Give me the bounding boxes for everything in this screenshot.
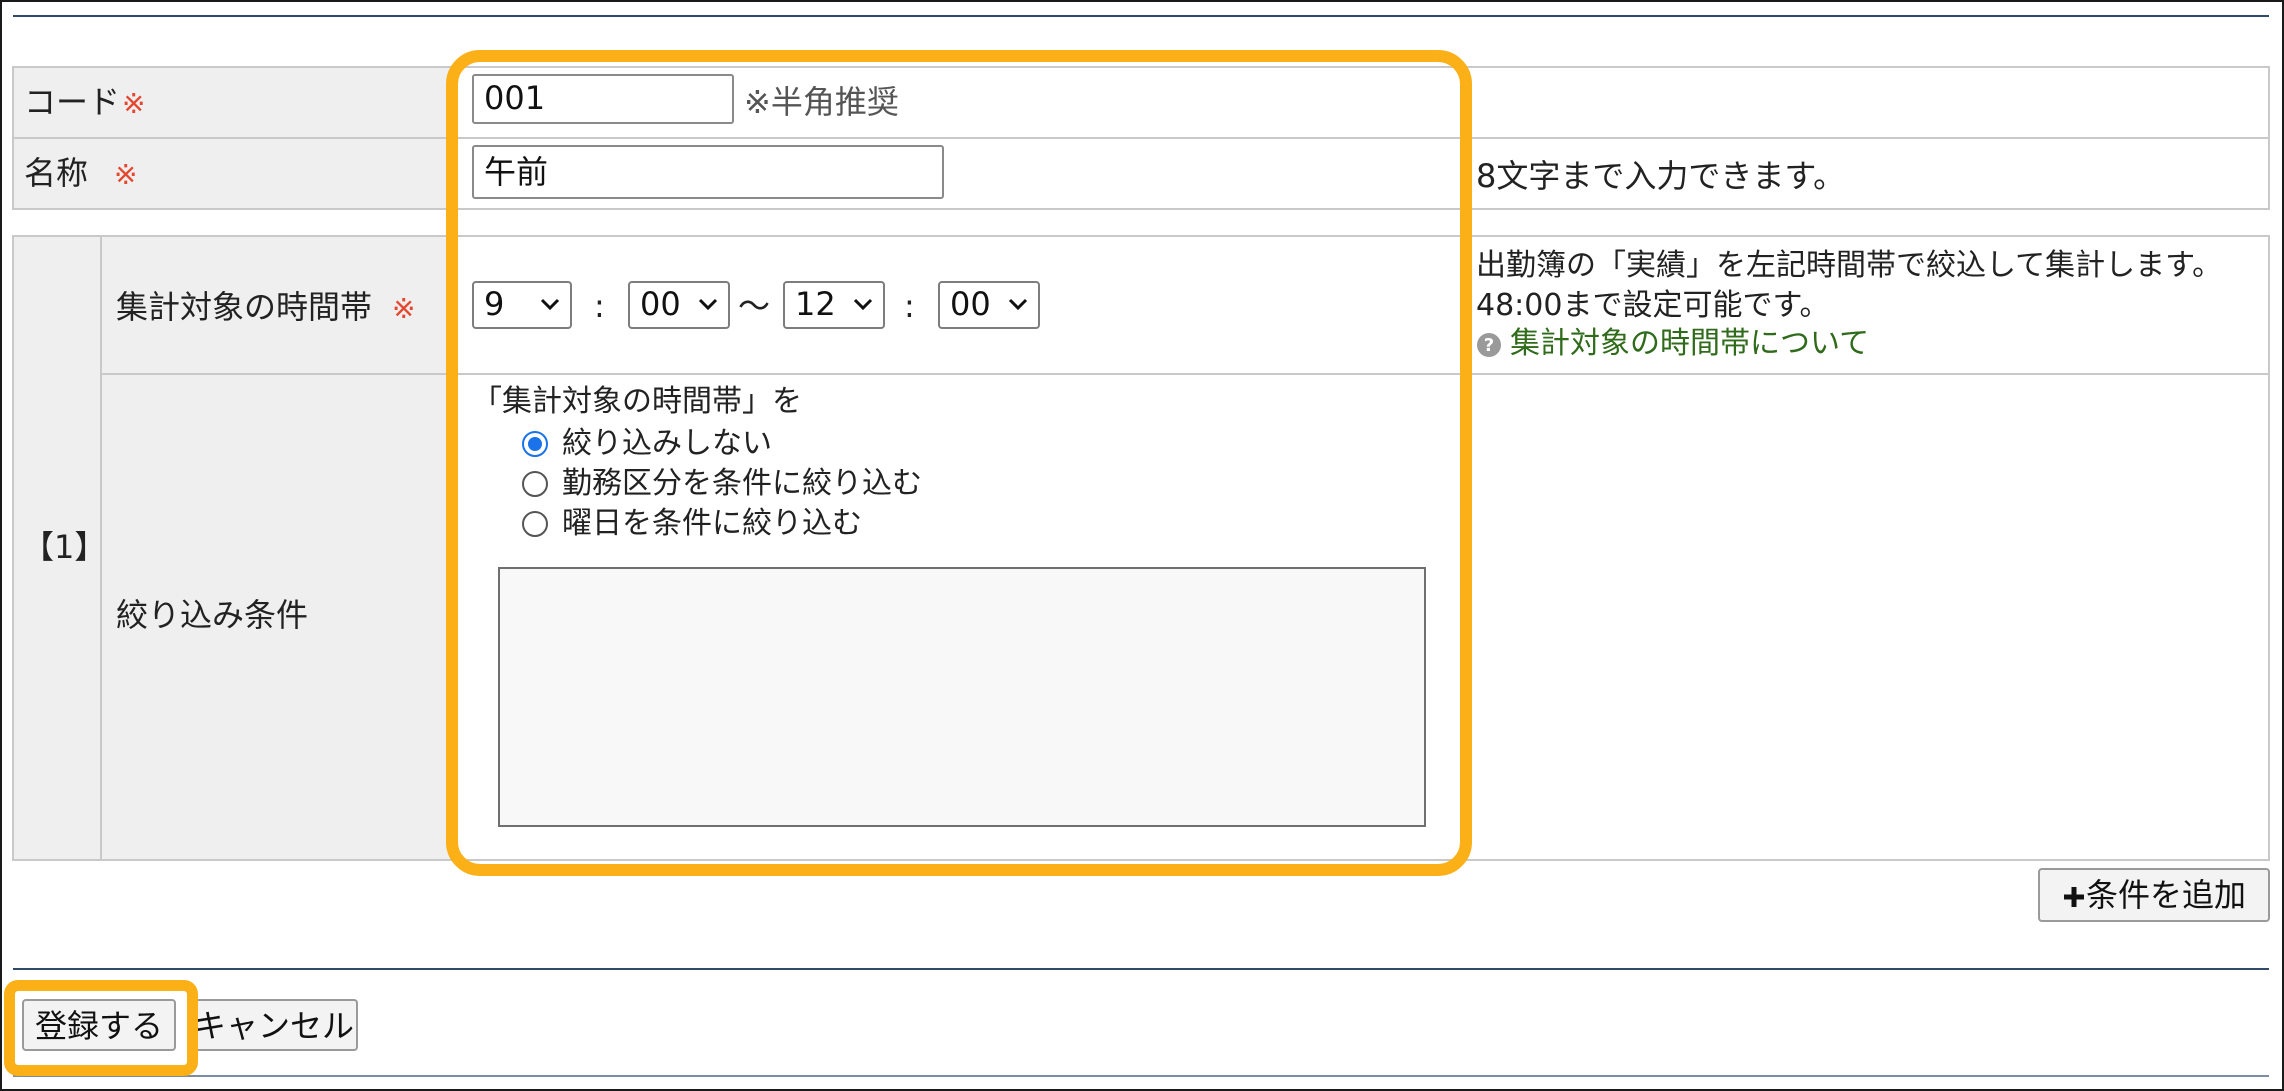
help-link-label[interactable]: 集計対象の時間帯について	[1510, 326, 1869, 362]
time-tilde: ～	[738, 287, 771, 325]
code-required-mark: ※	[122, 87, 146, 120]
name-label: 名称	[24, 154, 89, 192]
cancel-button[interactable]: キャンセル	[190, 999, 358, 1051]
svg-text:?: ?	[1484, 335, 1494, 356]
condition-index-label: 【1】	[22, 528, 107, 566]
radio-button[interactable]	[522, 511, 548, 537]
time-range-label-cell: 集計対象の時間帯 ※	[100, 235, 452, 375]
radio-option-no-filter[interactable]: 絞り込みしない	[522, 424, 942, 464]
code-input[interactable]: 001	[472, 74, 734, 124]
radio-option-label: 勤務区分を条件に絞り込む	[562, 466, 922, 501]
time-colon-1: :	[594, 287, 605, 325]
time-range-label: 集計対象の時間帯	[116, 288, 373, 326]
code-label: コード	[24, 83, 121, 121]
help-icon: ?	[1477, 333, 1501, 357]
chevron-down-icon	[540, 298, 560, 311]
name-label-cell: 名称 ※	[12, 137, 452, 210]
top-divider	[13, 15, 2269, 17]
radio-option-work-category[interactable]: 勤務区分を条件に絞り込む	[522, 464, 942, 504]
end-minute-value: 00	[950, 285, 991, 323]
bottom-edge-divider	[13, 1075, 2269, 1077]
name-required-mark: ※	[114, 158, 138, 191]
filter-label-cell: 絞り込み条件	[100, 373, 452, 861]
end-hour-select[interactable]: 12	[783, 281, 885, 329]
chevron-down-icon	[1008, 298, 1028, 311]
plus-icon	[2063, 887, 2084, 907]
start-minute-value: 00	[640, 285, 681, 323]
radio-button[interactable]	[522, 471, 548, 497]
name-input[interactable]: 午前	[472, 145, 944, 199]
time-range-note-2: 48:00まで設定可能です。	[1476, 288, 1830, 323]
filter-heading: 「集計対象の時間帯」を	[472, 384, 802, 419]
chevron-down-icon	[698, 298, 718, 311]
radio-option-weekday[interactable]: 曜日を条件に絞り込む	[522, 504, 942, 544]
start-hour-select[interactable]: 9	[472, 281, 572, 329]
radio-option-label: 曜日を条件に絞り込む	[562, 506, 862, 541]
register-button[interactable]: 登録する	[22, 999, 176, 1051]
time-range-required-mark: ※	[392, 292, 416, 325]
radio-button-selected[interactable]	[522, 431, 548, 457]
start-hour-value: 9	[484, 285, 505, 323]
chevron-down-icon	[853, 298, 873, 311]
add-condition-label: 条件を追加	[2085, 876, 2246, 914]
time-colon-2: :	[904, 287, 915, 325]
condition-index-cell: 【1】	[12, 235, 106, 861]
add-condition-button[interactable]: 条件を追加	[2038, 868, 2270, 922]
filter-label: 絞り込み条件	[116, 596, 309, 634]
name-note: 8文字まで入力できます。	[1476, 157, 1846, 195]
code-hint: ※半角推奨	[744, 83, 899, 121]
filter-condition-textarea[interactable]	[498, 567, 1426, 827]
end-minute-select[interactable]: 00	[938, 281, 1040, 329]
bottom-divider	[13, 968, 2269, 970]
end-hour-value: 12	[795, 285, 836, 323]
start-minute-select[interactable]: 00	[628, 281, 730, 329]
code-label-cell: コード ※	[12, 66, 452, 139]
radio-option-label: 絞り込みしない	[562, 426, 772, 461]
time-range-note-1: 出勤簿の「実績」を左記時間帯で絞込して集計します。	[1476, 248, 2223, 283]
